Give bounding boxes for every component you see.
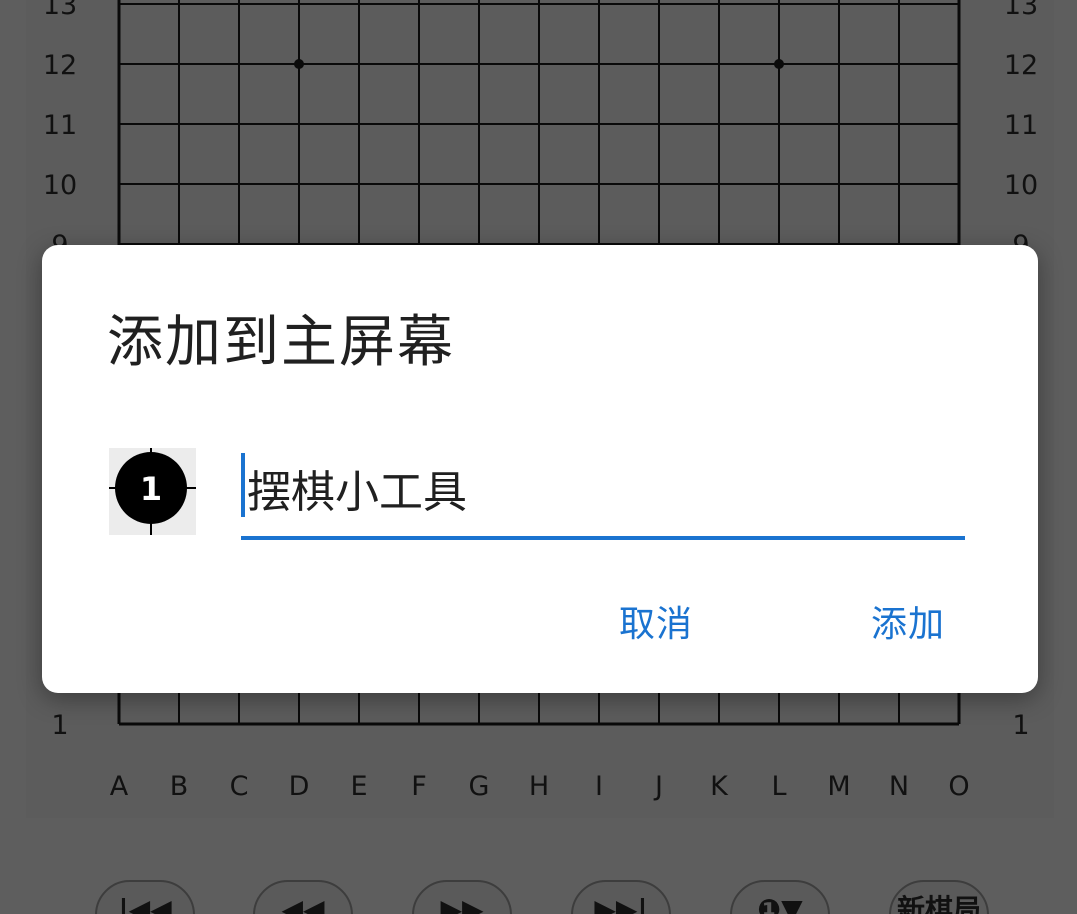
previous-move-button[interactable]: ◀◀ [253,880,353,914]
first-move-button[interactable]: |◀◀ [95,880,195,914]
add-button[interactable]: 添加 [863,595,953,655]
star-point [294,59,304,69]
row-label-left: 13 [43,0,77,21]
column-label: M [827,771,850,802]
row-label-right: 11 [1004,110,1038,141]
column-label: K [710,771,729,802]
dialog-title: 添加到主屏幕 [107,310,455,375]
column-label: F [411,771,427,802]
row-label-left: 1 [51,710,68,741]
shortcut-name-field[interactable] [241,445,965,540]
app-icon: 1 [109,448,196,535]
row-label-left: 12 [43,50,77,81]
column-label: H [529,771,549,802]
last-move-button[interactable]: ▶▶| [571,880,671,914]
row-label-right: 10 [1004,170,1038,201]
go-stone-icon: 1 [109,448,196,535]
text-caret [241,453,245,517]
row-label-left: 11 [43,110,77,141]
row-label-left: 10 [43,170,77,201]
star-point [774,59,784,69]
app-root: 13131212111110109911ABCDEFGHIJKLMNO |◀◀ … [0,0,1077,914]
column-label: L [771,771,786,802]
cancel-button[interactable]: 取消 [611,595,701,655]
shortcut-name-input[interactable] [241,453,961,523]
column-label: J [653,771,663,802]
column-label: I [595,771,603,802]
next-move-button[interactable]: ▶▶ [412,880,512,914]
column-label: E [350,771,367,802]
column-label: C [230,771,249,802]
column-label: N [889,771,909,802]
new-game-button[interactable]: 新棋局 [889,880,989,914]
row-label-right: 13 [1004,0,1038,21]
row-label-right: 12 [1004,50,1038,81]
column-label: D [289,771,310,802]
stone-number: 1 [140,470,162,508]
stone-select-button[interactable]: ❶▼ [730,880,830,914]
column-label: A [110,771,129,802]
row-label-right: 1 [1012,710,1029,741]
column-label: B [170,771,189,802]
column-label: G [469,771,490,802]
column-label: O [948,771,969,802]
add-to-home-screen-dialog: 添加到主屏幕 1 取消 添加 [42,245,1038,693]
